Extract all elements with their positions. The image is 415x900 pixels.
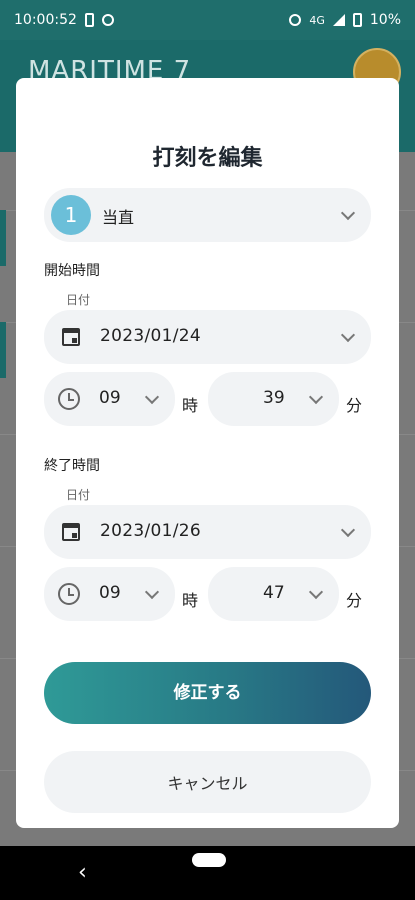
hour-unit: 時 (182, 396, 199, 415)
minute-unit: 分 (346, 591, 363, 610)
submit-button[interactable]: 修正する (44, 662, 371, 724)
network-type: 4G (309, 13, 325, 27)
end-minute-select[interactable]: 47 (208, 567, 339, 621)
start-hour-select[interactable]: 09 (44, 372, 175, 426)
list-marker (0, 210, 6, 266)
duty-type-label: 当直 (102, 208, 135, 227)
end-date-label: 日付 (66, 488, 91, 502)
sync-icon (101, 14, 114, 26)
list-marker (0, 322, 6, 378)
duty-number-badge: 1 (51, 195, 91, 235)
battery-level: 10% (369, 12, 401, 28)
system-nav-bar: ‹ (0, 846, 415, 900)
end-hour-value: 09 (99, 583, 121, 603)
end-section-label: 終了時間 (44, 458, 100, 474)
chevron-down-icon (340, 205, 356, 221)
duty-type-select[interactable]: 1 当直 (44, 188, 371, 242)
status-bar: 10:00:52 4G 10% (0, 0, 415, 40)
calendar-icon (62, 328, 80, 346)
back-icon[interactable]: ‹ (78, 860, 87, 885)
start-section-label: 開始時間 (44, 263, 100, 279)
start-date-select[interactable]: 2023/01/24 (44, 310, 371, 364)
clock-icon (58, 583, 80, 605)
end-date-select[interactable]: 2023/01/26 (44, 505, 371, 559)
chevron-down-icon (340, 327, 356, 343)
sim-icon (84, 13, 94, 27)
start-date-value: 2023/01/24 (100, 326, 201, 346)
clock-icon (58, 388, 80, 410)
end-minute-value: 47 (263, 583, 285, 603)
start-hour-value: 09 (99, 388, 121, 408)
dialog-title: 打刻を編集 (152, 146, 263, 171)
start-minute-value: 39 (263, 388, 285, 408)
start-minute-select[interactable]: 39 (208, 372, 339, 426)
hour-unit: 時 (182, 591, 199, 610)
chevron-down-icon (308, 584, 324, 600)
start-date-label: 日付 (66, 293, 91, 307)
end-date-value: 2023/01/26 (100, 521, 201, 541)
battery-icon (352, 13, 362, 27)
status-time: 10:00:52 (14, 12, 77, 28)
eye-icon (289, 14, 302, 26)
edit-punch-dialog: 打刻を編集 1 当直 開始時間 日付 2023/01/24 09 時 39 分 … (16, 78, 399, 828)
chevron-down-icon (340, 522, 356, 538)
chevron-down-icon (144, 584, 160, 600)
home-pill-icon[interactable] (192, 853, 226, 867)
cancel-button[interactable]: キャンセル (44, 751, 371, 813)
minute-unit: 分 (346, 396, 363, 415)
signal-icon (332, 14, 345, 26)
calendar-icon (62, 523, 80, 541)
end-hour-select[interactable]: 09 (44, 567, 175, 621)
chevron-down-icon (308, 389, 324, 405)
chevron-down-icon (144, 389, 160, 405)
